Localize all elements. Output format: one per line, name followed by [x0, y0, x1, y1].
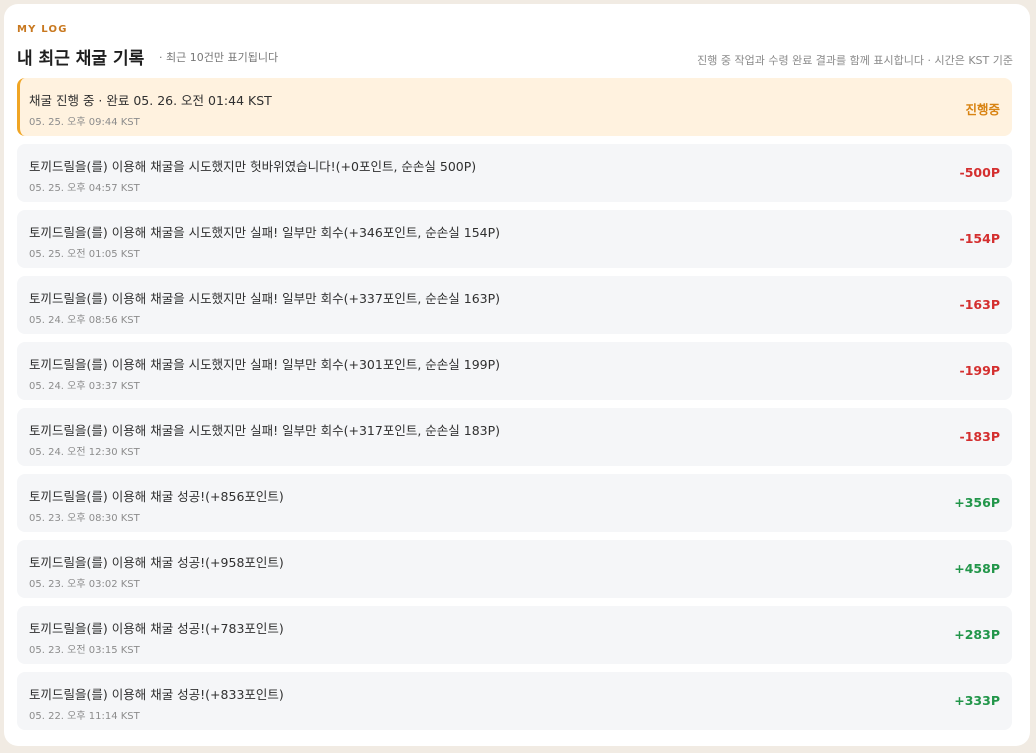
log-time: 05. 25. 오후 04:57 KST: [29, 183, 140, 194]
point-change: -500P: [959, 165, 1000, 180]
point-change: -154P: [959, 231, 1000, 246]
mining-log-card: MY LOG 내 최근 채굴 기록 · 최근 10건만 표기됩니다 진행 중 작…: [4, 4, 1030, 746]
section-eyebrow: MY LOG: [17, 24, 68, 35]
point-change: +333P: [954, 693, 1000, 708]
page-title: 내 최근 채굴 기록: [17, 49, 145, 69]
log-row: 토끼드릴을(를) 이용해 채굴 성공!(+856포인트) 05. 23. 오후 …: [17, 474, 1012, 532]
point-change: +356P: [954, 495, 1000, 510]
log-title: 토끼드릴을(를) 이용해 채굴 성공!(+958포인트): [29, 555, 284, 570]
log-row: 토끼드릴을(를) 이용해 채굴을 시도했지만 실패! 일부만 회수(+317포인…: [17, 408, 1012, 466]
point-change: -199P: [959, 363, 1000, 378]
mining-log-list: 채굴 진행 중 · 완료 05. 26. 오전 01:44 KST 05. 25…: [17, 78, 1012, 738]
log-time: 05. 23. 오후 08:30 KST: [29, 513, 140, 524]
point-change: -163P: [959, 297, 1000, 312]
log-row: 토끼드릴을(를) 이용해 채굴 성공!(+833포인트) 05. 22. 오후 …: [17, 672, 1012, 730]
log-time: 05. 24. 오전 12:30 KST: [29, 447, 140, 458]
log-time: 05. 24. 오후 03:37 KST: [29, 381, 140, 392]
log-time: 05. 25. 오전 01:05 KST: [29, 249, 140, 260]
log-row: 채굴 진행 중 · 완료 05. 26. 오전 01:44 KST 05. 25…: [17, 78, 1012, 136]
log-row: 토끼드릴을(를) 이용해 채굴 성공!(+958포인트) 05. 23. 오후 …: [17, 540, 1012, 598]
status-badge: 진행중: [965, 102, 1000, 117]
point-change: -183P: [959, 429, 1000, 444]
log-limit-note: · 최근 10건만 표기됩니다: [159, 51, 279, 64]
log-title: 토끼드릴을(를) 이용해 채굴 성공!(+783포인트): [29, 621, 284, 636]
log-title: 토끼드릴을(를) 이용해 채굴 성공!(+833포인트): [29, 687, 284, 702]
title-row: 내 최근 채굴 기록 · 최근 10건만 표기됩니다 진행 중 작업과 수령 완…: [17, 44, 1013, 70]
log-title: 토끼드릴을(를) 이용해 채굴을 시도했지만 실패! 일부만 회수(+346포인…: [29, 225, 501, 240]
log-time: 05. 23. 오전 03:15 KST: [29, 645, 140, 656]
log-time: 05. 24. 오후 08:56 KST: [29, 315, 140, 326]
timezone-note: 진행 중 작업과 수령 완료 결과를 함께 표시합니다 · 시간은 KST 기준: [697, 54, 1013, 67]
log-row: 토끼드릴을(를) 이용해 채굴을 시도했지만 실패! 일부만 회수(+337포인…: [17, 276, 1012, 334]
log-time: 05. 22. 오후 11:14 KST: [29, 711, 140, 722]
log-title: 토끼드릴을(를) 이용해 채굴을 시도했지만 실패! 일부만 회수(+337포인…: [29, 291, 501, 306]
log-row: 토끼드릴을(를) 이용해 채굴을 시도했지만 실패! 일부만 회수(+301포인…: [17, 342, 1012, 400]
log-row: 토끼드릴을(를) 이용해 채굴을 시도했지만 실패! 일부만 회수(+346포인…: [17, 210, 1012, 268]
log-title: 토끼드릴을(를) 이용해 채굴 성공!(+856포인트): [29, 489, 284, 504]
point-change: +458P: [954, 561, 1000, 576]
log-time: 05. 23. 오후 03:02 KST: [29, 579, 140, 590]
point-change: +283P: [954, 627, 1000, 642]
log-title: 토끼드릴을(를) 이용해 채굴을 시도했지만 실패! 일부만 회수(+317포인…: [29, 423, 501, 438]
log-row: 토끼드릴을(를) 이용해 채굴 성공!(+783포인트) 05. 23. 오전 …: [17, 606, 1012, 664]
log-row: 토끼드릴을(를) 이용해 채굴을 시도했지만 헛바위였습니다!(+0포인트, 순…: [17, 144, 1012, 202]
log-time: 05. 25. 오후 09:44 KST: [29, 117, 140, 128]
log-title: 토끼드릴을(를) 이용해 채굴을 시도했지만 실패! 일부만 회수(+301포인…: [29, 357, 501, 372]
log-title: 채굴 진행 중 · 완료 05. 26. 오전 01:44 KST: [29, 93, 272, 108]
log-title: 토끼드릴을(를) 이용해 채굴을 시도했지만 헛바위였습니다!(+0포인트, 순…: [29, 159, 477, 174]
